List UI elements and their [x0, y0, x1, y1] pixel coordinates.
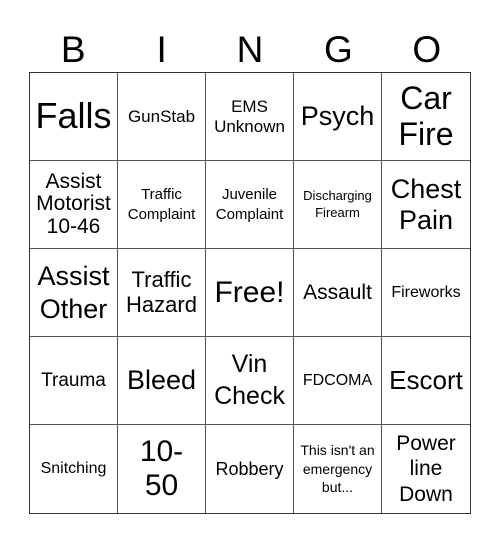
cell-label: EMS Unknown	[214, 97, 285, 136]
bingo-cell[interactable]: Falls	[30, 73, 118, 161]
cell-label: This isn't an emergency but...	[300, 441, 375, 496]
cell-label: Fireworks	[391, 283, 461, 301]
bingo-cell[interactable]: Discharging Firearm	[294, 161, 382, 249]
bingo-cell[interactable]: Assist Other	[30, 249, 118, 337]
cell-label: Assault	[303, 280, 372, 304]
bingo-cell[interactable]: EMS Unknown	[206, 73, 294, 161]
bingo-cell[interactable]: Escort	[382, 337, 470, 425]
bingo-cell[interactable]: 10-50	[118, 425, 206, 513]
bingo-cell[interactable]: Chest Pain	[382, 161, 470, 249]
header-letter-g: G	[323, 29, 353, 70]
header-letter-b: B	[60, 29, 86, 70]
bingo-header: B I N G O	[29, 28, 471, 72]
bingo-cell[interactable]: GunStab	[118, 73, 206, 161]
cell-label: Car Fire	[398, 79, 454, 152]
cell-label: Discharging Firearm	[303, 187, 372, 220]
bingo-cell[interactable]: This isn't an emergency but...	[294, 425, 382, 513]
bingo-cell[interactable]: Juvenile Complaint	[206, 161, 294, 249]
cell-label: Free!	[214, 275, 285, 309]
cell-label: Psych	[300, 101, 375, 132]
bingo-cell[interactable]: Vin Check	[206, 337, 294, 425]
bingo-cell[interactable]: FDCOMA	[294, 337, 382, 425]
cell-label: Assist Other	[37, 261, 110, 324]
header-letter-n: N	[236, 29, 264, 70]
cell-label: Chest Pain	[390, 174, 462, 235]
bingo-cell[interactable]: Power line Down	[382, 425, 470, 513]
cell-label: Falls	[35, 95, 112, 137]
cell-label: FDCOMA	[302, 371, 373, 389]
cell-label: Traffic Hazard	[126, 266, 197, 317]
cell-label: Juvenile Complaint	[215, 186, 284, 223]
free-space-cell[interactable]: Free!	[206, 249, 294, 337]
cell-label: Bleed	[126, 365, 197, 396]
cell-label: Power line Down	[396, 432, 456, 506]
bingo-cell[interactable]: Psych	[294, 73, 382, 161]
cell-label: Robbery	[215, 458, 284, 479]
bingo-cell[interactable]: Trauma	[30, 337, 118, 425]
bingo-cell[interactable]: Traffic Complaint	[118, 161, 206, 249]
cell-label: Traffic Complaint	[127, 186, 196, 223]
bingo-cell[interactable]: Traffic Hazard	[118, 249, 206, 337]
header-letter-i: I	[156, 29, 167, 70]
bingo-card-grid: Falls GunStab EMS Unknown Psych Car Fire…	[29, 72, 471, 514]
bingo-cell[interactable]: Snitching	[30, 425, 118, 513]
cell-label: GunStab	[127, 106, 196, 126]
bingo-cell[interactable]: Assist Motorist 10-46	[30, 161, 118, 249]
bingo-cell[interactable]: Car Fire	[382, 73, 470, 161]
cell-label: Assist Motorist 10-46	[36, 170, 111, 238]
cell-label: Snitching	[40, 460, 107, 478]
bingo-cell[interactable]: Robbery	[206, 425, 294, 513]
bingo-cell[interactable]: Bleed	[118, 337, 206, 425]
bingo-cell[interactable]: Assault	[294, 249, 382, 337]
cell-label: Vin Check	[214, 350, 285, 410]
cell-label: 10-50	[139, 434, 184, 503]
bingo-cell[interactable]: Fireworks	[382, 249, 470, 337]
cell-label: Escort	[389, 364, 463, 395]
cell-label: Trauma	[41, 369, 106, 391]
header-letter-o: O	[412, 29, 442, 70]
